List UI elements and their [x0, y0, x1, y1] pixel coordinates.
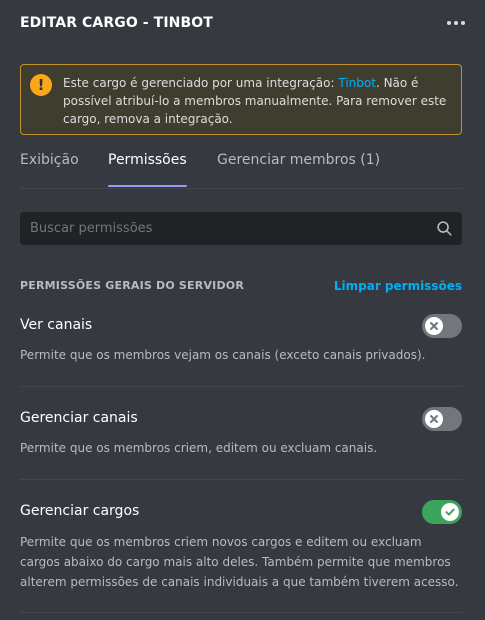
warning-icon: !	[30, 74, 52, 96]
permission-toggle[interactable]	[422, 314, 462, 338]
toggle-knob	[425, 317, 443, 335]
permission-item: Gerenciar cargos Permite que os membros …	[20, 500, 462, 603]
permission-description: Permite que os membros criem, editem ou …	[20, 441, 378, 455]
integration-notice: ! Este cargo é gerenciado por uma integr…	[20, 64, 462, 135]
more-horizontal-icon	[447, 21, 465, 25]
modal-header: EDITAR CARGO - TINBOT	[20, 15, 465, 35]
divider	[20, 386, 462, 387]
search-icon[interactable]	[436, 220, 453, 237]
permission-name: Gerenciar cargos	[20, 503, 140, 519]
permission-item: Gerenciar canais Permite que os membros …	[20, 407, 462, 460]
permission-name: Gerenciar canais	[20, 410, 138, 426]
divider	[20, 612, 462, 613]
divider	[20, 479, 462, 480]
toggle-knob	[425, 410, 443, 428]
section-title: PERMISSÕES GERAIS DO SERVIDOR	[20, 279, 245, 292]
close-icon	[430, 415, 438, 423]
tab-manage-members[interactable]: Gerenciar membros (1)	[217, 152, 380, 168]
close-icon	[430, 322, 438, 330]
permission-description: Permite que os membros vejam os canais (…	[20, 348, 426, 362]
search-input[interactable]	[20, 212, 462, 245]
permission-toggle[interactable]	[422, 500, 462, 524]
tab-permissions[interactable]: Permissões	[108, 152, 187, 187]
tab-bar: Exibição Permissões Gerenciar membros (1…	[20, 150, 462, 189]
permission-toggle[interactable]	[422, 407, 462, 431]
search-box	[20, 212, 462, 245]
more-options-button[interactable]	[441, 13, 465, 33]
check-icon	[445, 508, 455, 516]
page-title: EDITAR CARGO - TINBOT	[20, 15, 213, 31]
toggle-knob	[441, 503, 459, 521]
permission-name: Ver canais	[20, 317, 93, 333]
permission-item: Ver canais Permite que os membros vejam …	[20, 314, 462, 367]
section-header: PERMISSÕES GERAIS DO SERVIDOR Limpar per…	[20, 279, 462, 295]
tab-display[interactable]: Exibição	[20, 152, 79, 168]
permission-description: Permite que os membros criem novos cargo…	[20, 535, 459, 589]
integration-link[interactable]: Tinbot	[338, 76, 376, 90]
notice-text-before: Este cargo é gerenciado por uma integraç…	[63, 76, 339, 90]
clear-permissions-link[interactable]: Limpar permissões	[334, 279, 462, 293]
